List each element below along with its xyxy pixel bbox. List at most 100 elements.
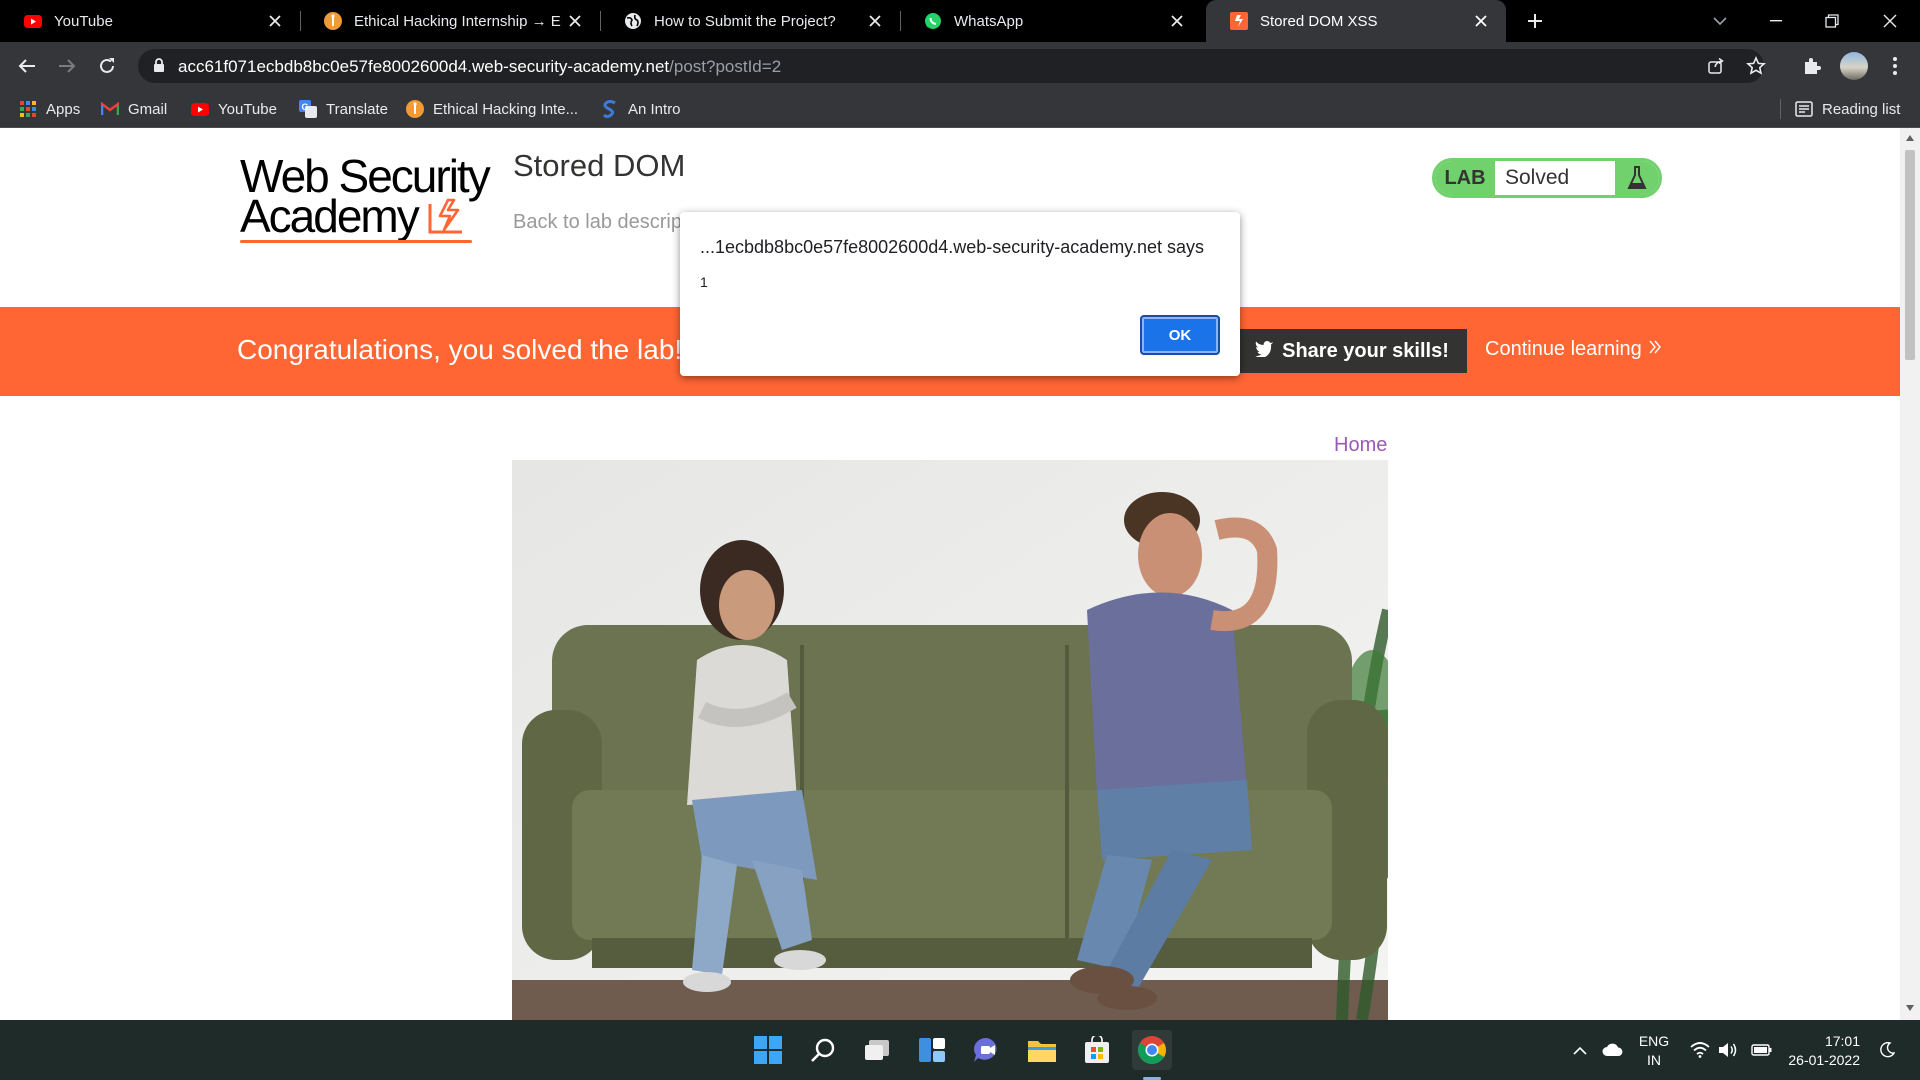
scroll-down-arrow-icon[interactable] <box>1905 1004 1915 1012</box>
clock-time: 17:01 <box>1824 1033 1860 1049</box>
scroll-up-arrow-icon[interactable] <box>1905 134 1915 142</box>
back-arrow-icon[interactable] <box>12 51 42 81</box>
lock-icon[interactable] <box>153 58 165 78</box>
tab-title: How to Submit the Project? <box>654 12 836 30</box>
region-code: IN <box>1647 1052 1661 1068</box>
share-skills-button[interactable]: Share your skills! <box>1236 329 1467 373</box>
internship-icon <box>324 12 342 30</box>
reading-list-label: Reading list <box>1822 100 1901 118</box>
logo-text-line2: Academy <box>240 190 420 242</box>
close-tab-icon[interactable] <box>1164 8 1190 34</box>
restore-icon[interactable] <box>1804 0 1860 42</box>
whatsapp-icon <box>924 12 942 30</box>
bookmark-label: YouTube <box>218 100 277 118</box>
tab-youtube[interactable]: YouTube <box>0 0 300 42</box>
tab-title: Ethical Hacking Internship → EH I <box>354 12 562 30</box>
tab-stored-dom-xss[interactable]: Stored DOM XSS <box>1206 0 1506 42</box>
bookmark-gmail[interactable]: Gmail <box>101 90 167 128</box>
home-link[interactable]: Home <box>1334 434 1387 457</box>
bookmark-label: An Intro <box>628 100 681 118</box>
internship-icon <box>406 100 424 118</box>
bookmarks-bar: Apps Gmail YouTube G Translate Ethical H… <box>0 90 1920 128</box>
apps-grid-icon <box>19 100 37 118</box>
congratulations-message: Congratulations, you solved the lab! <box>237 334 683 365</box>
forward-arrow-icon[interactable] <box>52 51 82 81</box>
gmail-icon <box>101 100 119 118</box>
input-language-indicator[interactable]: ENG IN <box>1636 1032 1672 1070</box>
bookmark-star-icon[interactable] <box>1746 56 1766 81</box>
lab-status-widget: LAB Solved <box>1432 158 1662 198</box>
task-view-icon[interactable] <box>857 1030 897 1070</box>
blog-post-image <box>512 460 1388 1020</box>
profile-avatar[interactable] <box>1840 52 1868 80</box>
lab-title: Stored DOM <box>513 148 686 183</box>
bookmark-youtube[interactable]: YouTube <box>191 90 277 128</box>
share-icon[interactable] <box>1707 57 1725 80</box>
bookmarks-divider <box>1780 99 1781 119</box>
lightning-logo-icon <box>426 196 468 238</box>
widgets-icon[interactable] <box>912 1030 952 1070</box>
reload-icon[interactable] <box>92 51 122 81</box>
extensions-puzzle-icon[interactable] <box>1797 51 1827 81</box>
new-tab-button[interactable] <box>1520 6 1550 36</box>
svg-text:G: G <box>302 102 309 112</box>
logo-underline <box>240 240 472 243</box>
tab-search-icon[interactable] <box>1692 0 1748 42</box>
bookmark-translate[interactable]: G Translate <box>299 90 388 128</box>
continue-learning-label: Continue learning <box>1485 338 1642 360</box>
close-window-icon[interactable] <box>1862 0 1918 42</box>
lab-badge: LAB <box>1435 161 1495 195</box>
tab-ethical-hacking[interactable]: Ethical Hacking Internship → EH I <box>300 0 600 42</box>
show-hidden-icons-chevron-icon[interactable] <box>1568 1020 1592 1080</box>
dialog-message: 1 <box>700 274 708 290</box>
onedrive-cloud-icon[interactable] <box>1598 1020 1628 1080</box>
volume-icon[interactable] <box>1716 1020 1740 1080</box>
minimize-icon[interactable] <box>1748 0 1804 42</box>
twitter-icon <box>1254 340 1274 363</box>
translate-icon: G <box>299 100 317 118</box>
close-tab-icon[interactable] <box>262 8 288 34</box>
web-security-academy-logo[interactable]: Web Security Academy <box>240 152 491 247</box>
dialog-ok-button[interactable]: OK <box>1140 315 1220 355</box>
clock-date: 26-01-2022 <box>1788 1052 1860 1068</box>
tab-submit-project[interactable]: How to Submit the Project? <box>600 0 900 42</box>
continue-learning-link[interactable]: Continue learning <box>1485 338 1662 361</box>
page-scrollbar[interactable] <box>1900 128 1920 1020</box>
search-icon[interactable] <box>803 1030 843 1070</box>
bookmark-label: Translate <box>326 100 388 118</box>
flask-icon <box>1615 161 1659 195</box>
tab-title: YouTube <box>54 12 113 30</box>
language-code: ENG <box>1638 1033 1670 1049</box>
microsoft-store-icon[interactable] <box>1077 1030 1117 1070</box>
dialog-title: ...1ecbdb8bc0e57fe8002600d4.web-security… <box>700 237 1204 257</box>
close-tab-icon[interactable] <box>862 8 888 34</box>
url-text[interactable]: acc61f071ecbdb8bc0e57fe8002600d4.web-sec… <box>178 57 781 77</box>
youtube-icon <box>24 12 42 30</box>
chrome-taskbar-icon[interactable] <box>1132 1030 1172 1070</box>
share-skills-label: Share your skills! <box>1282 339 1449 362</box>
teams-chat-icon[interactable] <box>967 1030 1007 1070</box>
system-clock[interactable]: 17:01 26-01-2022 <box>1780 1032 1860 1070</box>
windows-taskbar: ENG IN 17:01 26-01-2022 <box>0 1020 1920 1080</box>
wifi-icon[interactable] <box>1688 1020 1712 1080</box>
battery-icon[interactable] <box>1748 1020 1776 1080</box>
back-to-lab-description-link[interactable]: Back to lab descrip <box>513 211 682 234</box>
bookmark-an-intro[interactable]: An Intro <box>601 90 681 128</box>
bookmark-ethical-hacking[interactable]: Ethical Hacking Inte... <box>406 90 578 128</box>
windows-start-icon[interactable] <box>748 1030 788 1070</box>
double-chevron-right-icon <box>1648 338 1662 361</box>
focus-assist-moon-icon[interactable] <box>1872 1020 1902 1080</box>
tab-whatsapp[interactable]: WhatsApp <box>900 0 1202 42</box>
youtube-icon <box>191 100 209 118</box>
tab-strip: YouTube Ethical Hacking Internship → EH … <box>0 0 1920 42</box>
close-tab-icon[interactable] <box>1468 8 1494 34</box>
bookmark-label: Ethical Hacking Inte... <box>433 100 579 118</box>
tab-title: WhatsApp <box>954 12 1024 30</box>
close-tab-icon[interactable] <box>562 8 588 34</box>
bookmark-apps[interactable]: Apps <box>19 90 80 128</box>
scroll-thumb[interactable] <box>1905 150 1915 360</box>
file-explorer-icon[interactable] <box>1022 1030 1062 1070</box>
address-bar[interactable]: acc61f071ecbdb8bc0e57fe8002600d4.web-sec… <box>138 49 1766 83</box>
reading-list-button[interactable]: Reading list <box>1795 90 1900 128</box>
menu-kebab-icon[interactable] <box>1880 51 1910 81</box>
